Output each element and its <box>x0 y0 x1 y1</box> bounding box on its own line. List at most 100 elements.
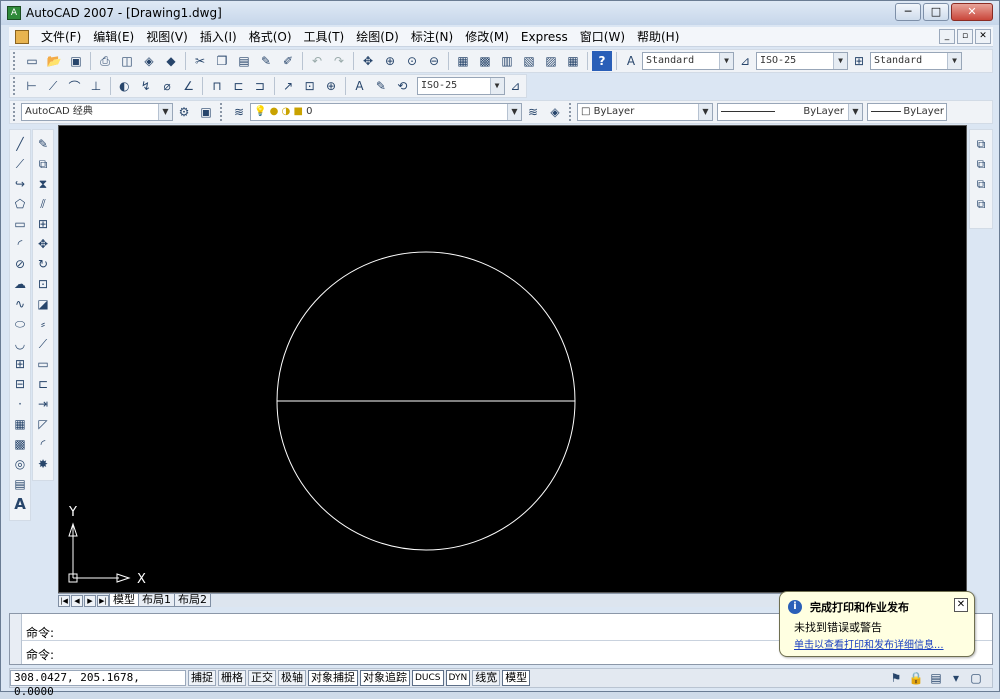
hatch-icon[interactable]: ▦ <box>10 414 30 434</box>
bring-to-front-icon[interactable]: ⧉ <box>971 134 991 154</box>
array-icon[interactable]: ⊞ <box>33 214 53 234</box>
dim-style-select[interactable]: ISO-25 ▼ <box>756 52 848 70</box>
command-prompt[interactable]: 命令: <box>26 646 54 663</box>
maximize-button[interactable]: □ <box>923 3 949 21</box>
menu-draw[interactable]: 绘图(D) <box>350 27 405 47</box>
preview-icon[interactable]: ◫ <box>117 51 137 71</box>
workspace-select[interactable]: AutoCAD 经典 ▼ <box>21 103 173 121</box>
diameter-dim-icon[interactable]: ⌀ <box>157 76 176 96</box>
toolbar-grip[interactable] <box>13 103 17 121</box>
toolbar-grip[interactable] <box>13 77 17 95</box>
insert-block-icon[interactable]: ⊞ <box>10 354 30 374</box>
send-to-back-icon[interactable]: ⧉ <box>971 154 991 174</box>
new-icon[interactable]: ▭ <box>22 51 42 71</box>
menu-window[interactable]: 窗口(W) <box>574 27 631 47</box>
dim-style-icon[interactable]: ⊿ <box>735 51 755 71</box>
text-style-select[interactable]: Standard ▼ <box>642 52 734 70</box>
tolerance-icon[interactable]: ⊡ <box>300 76 319 96</box>
ortho-toggle[interactable]: 正交 <box>248 670 276 686</box>
menu-help[interactable]: 帮助(H) <box>631 27 685 47</box>
comm-center-icon[interactable]: ⚑ <box>887 670 905 686</box>
offset-icon[interactable]: ⫽ <box>33 194 53 214</box>
lineweight-toggle[interactable]: 线宽 <box>472 670 501 686</box>
aligned-dim-icon[interactable]: ⟋ <box>43 76 62 96</box>
rectangle-icon[interactable]: ▭ <box>10 214 30 234</box>
lock-icon[interactable]: 🔒 <box>907 670 925 686</box>
revision-cloud-icon[interactable]: ☁ <box>10 274 30 294</box>
balloon-details-link[interactable]: 单击以查看打印和发布详细信息... <box>794 636 944 651</box>
multiline-text-icon[interactable]: A <box>10 494 30 514</box>
print-icon[interactable]: ⎙ <box>95 51 115 71</box>
tab-layout2[interactable]: 布局2 <box>174 594 211 607</box>
tray-menu-icon[interactable]: ▾ <box>947 670 965 686</box>
paste-icon[interactable]: ▤ <box>234 51 254 71</box>
line-icon[interactable]: ╱ <box>10 134 30 154</box>
ellipse-arc-icon[interactable]: ◡ <box>10 334 30 354</box>
arc-length-icon[interactable]: ⌒ <box>65 76 84 96</box>
snap-toggle[interactable]: 捕捉 <box>188 670 216 686</box>
dim-style-select-2[interactable]: ISO-25 ▼ <box>416 77 505 95</box>
bring-above-icon[interactable]: ⧉ <box>971 174 991 194</box>
last-tab-button[interactable]: ▶| <box>97 594 109 607</box>
mirror-icon[interactable]: ⧗ <box>33 174 53 194</box>
toolbar-grip[interactable] <box>569 103 573 121</box>
join-icon[interactable]: ⇥ <box>33 394 53 414</box>
otrack-toggle[interactable]: 对象追踪 <box>360 670 410 686</box>
undo-icon[interactable]: ↶ <box>307 51 327 71</box>
layer-select[interactable]: 💡 ● ◑ ■ 0 ▼ <box>250 103 522 121</box>
polyline-icon[interactable]: ↪ <box>10 174 30 194</box>
layer-previous-icon[interactable]: ◈ <box>545 102 565 122</box>
make-block-icon[interactable]: ⊟ <box>10 374 30 394</box>
ducs-toggle[interactable]: DUCS <box>412 670 444 686</box>
baseline-dim-icon[interactable]: ⊏ <box>229 76 248 96</box>
radius-dim-icon[interactable]: ◐ <box>115 76 134 96</box>
tool-palettes-icon[interactable]: ▥ <box>497 51 517 71</box>
dim-text-edit-icon[interactable]: ✎ <box>371 76 390 96</box>
text-style-icon[interactable]: A <box>621 51 641 71</box>
dim-style-manager-icon[interactable]: ⊿ <box>506 76 525 96</box>
menu-file[interactable]: 文件(F) <box>35 27 87 47</box>
menu-format[interactable]: 格式(O) <box>243 27 298 47</box>
grid-toggle[interactable]: 栅格 <box>218 670 246 686</box>
menu-edit[interactable]: 编辑(E) <box>87 27 140 47</box>
fillet-icon[interactable]: ◜ <box>33 434 53 454</box>
break-icon[interactable]: ⊏ <box>33 374 53 394</box>
construction-line-icon[interactable]: ⟋ <box>10 154 30 174</box>
trim-icon[interactable]: ⸗ <box>33 314 53 334</box>
linear-dim-icon[interactable]: ⊢ <box>22 76 41 96</box>
doc-restore-button[interactable]: ▫ <box>957 29 973 44</box>
cut-icon[interactable]: ✂ <box>190 51 210 71</box>
redo-icon[interactable]: ↷ <box>329 51 349 71</box>
send-under-icon[interactable]: ⧉ <box>971 194 991 214</box>
gradient-icon[interactable]: ▩ <box>10 434 30 454</box>
rotate-icon[interactable]: ↻ <box>33 254 53 274</box>
dyn-toggle[interactable]: DYN <box>445 670 471 686</box>
make-current-layer-icon[interactable]: ≋ <box>523 102 543 122</box>
command-window-grip[interactable] <box>10 614 22 664</box>
dim-update-icon[interactable]: ⟲ <box>393 76 412 96</box>
coordinates-display[interactable]: 308.0427, 205.1678, 0.0000 <box>10 670 186 698</box>
polygon-icon[interactable]: ⬠ <box>10 194 30 214</box>
osnap-toggle[interactable]: 对象捕捉 <box>308 670 358 686</box>
copy-icon[interactable]: ❐ <box>212 51 232 71</box>
zoom-previous-icon[interactable]: ⊖ <box>424 51 444 71</box>
move-icon[interactable]: ✥ <box>33 234 53 254</box>
circle-icon[interactable]: ⊘ <box>10 254 30 274</box>
match-properties-icon[interactable]: ✎ <box>256 51 276 71</box>
minimize-button[interactable]: ─ <box>895 3 921 21</box>
3d-publish-icon[interactable]: ◆ <box>161 51 181 71</box>
publish-icon[interactable]: ◈ <box>139 51 159 71</box>
calculator-icon[interactable]: ▦ <box>563 51 583 71</box>
break-at-point-icon[interactable]: ▭ <box>33 354 53 374</box>
leader-icon[interactable]: ↗ <box>278 76 297 96</box>
lineweight-select[interactable]: ByLayer <box>867 103 947 121</box>
continue-dim-icon[interactable]: ⊐ <box>250 76 269 96</box>
layer-manager-icon[interactable]: ≋ <box>229 102 249 122</box>
stretch-icon[interactable]: ◪ <box>33 294 53 314</box>
toolbar-grip[interactable] <box>220 103 224 121</box>
point-icon[interactable]: · <box>10 394 30 414</box>
color-select[interactable]: □ ByLayer ▼ <box>577 103 713 121</box>
clean-screen-icon[interactable]: ▢ <box>967 670 985 686</box>
menu-express[interactable]: Express <box>515 27 574 47</box>
ordinate-dim-icon[interactable]: ⊥ <box>86 76 105 96</box>
